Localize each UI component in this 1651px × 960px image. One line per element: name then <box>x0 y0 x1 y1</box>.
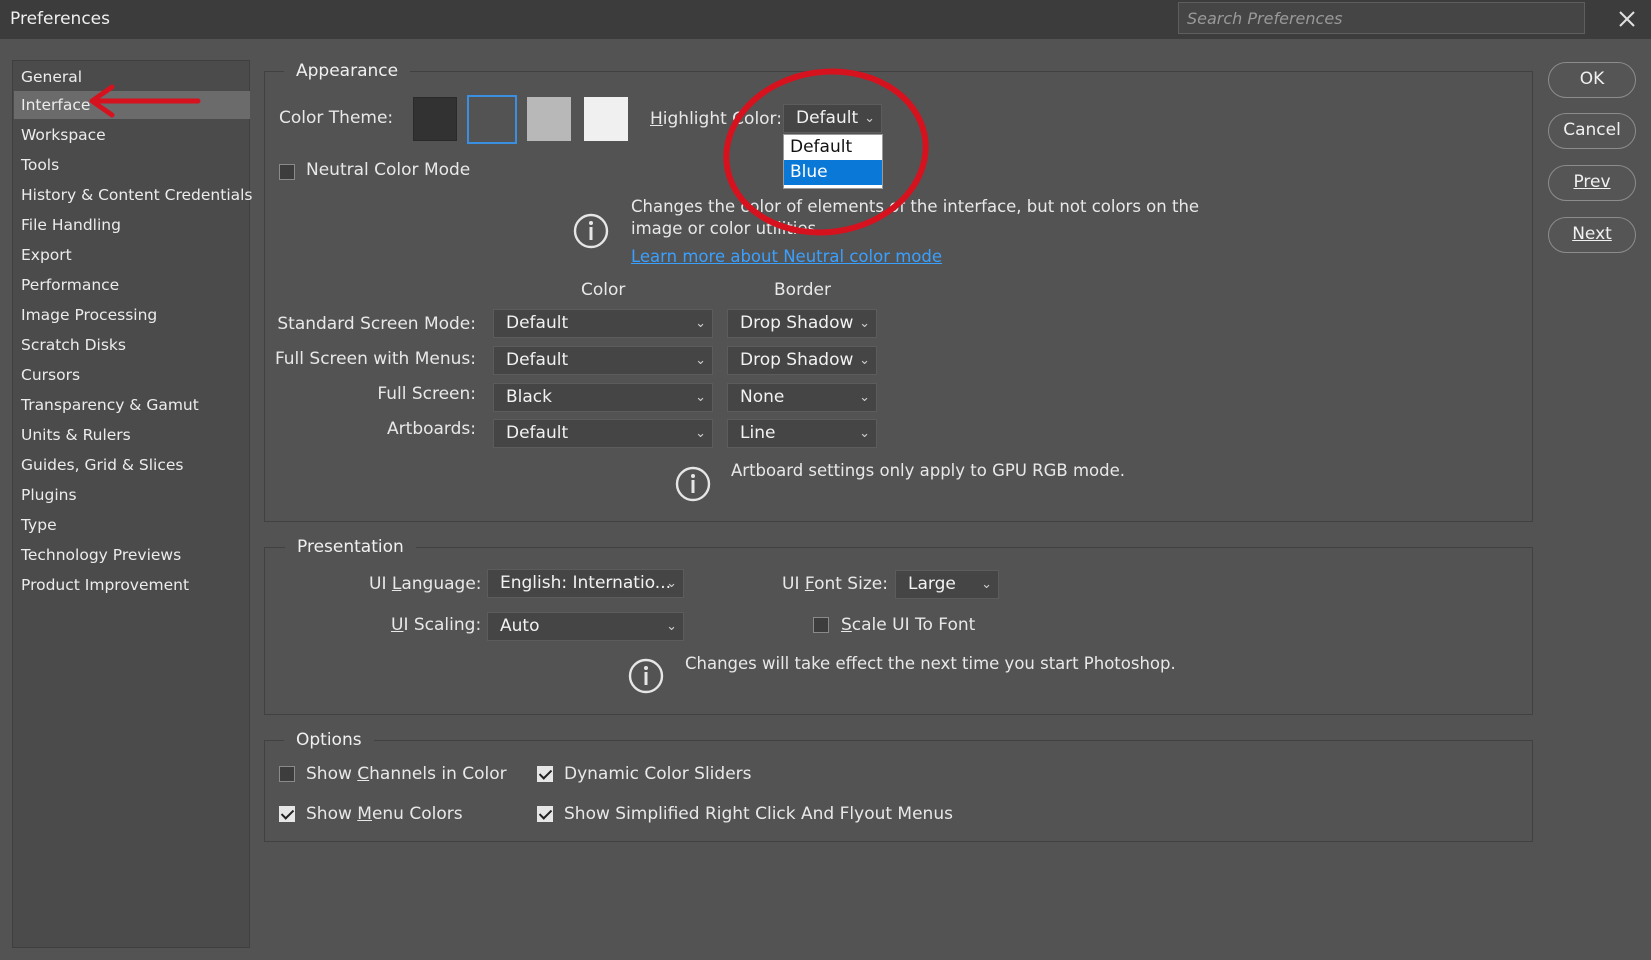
standard-screen-mode-label: Standard Screen Mode: <box>277 314 476 334</box>
options-group <box>264 740 1533 842</box>
artboard-info-text: Artboard settings only apply to GPU RGB … <box>731 461 1125 480</box>
ui-scaling-label: UI Scaling: <box>391 615 482 635</box>
sidebar-item-workspace[interactable]: Workspace <box>14 121 250 149</box>
scale-ui-to-font-label: Scale UI To Font <box>841 615 976 635</box>
search-input[interactable] <box>1179 3 1584 33</box>
window-title: Preferences <box>10 9 110 29</box>
prev-button-label: Prev <box>1573 172 1611 192</box>
chevron-down-icon: ⌄ <box>695 316 706 331</box>
chevron-down-icon: ⌄ <box>666 576 677 591</box>
chevron-down-icon: ⌄ <box>695 353 706 368</box>
scale-ui-to-font-checkbox[interactable] <box>813 617 829 633</box>
show-menu-colors-label: Show Menu Colors <box>306 804 463 824</box>
search-box[interactable] <box>1178 2 1585 34</box>
ui-language-dropdown[interactable]: English: Internatio... ⌄ <box>487 569 684 598</box>
sidebar-item-export[interactable]: Export <box>14 241 250 269</box>
full-screen-color-dropdown[interactable]: Black ⌄ <box>493 383 713 412</box>
cancel-button[interactable]: Cancel <box>1548 113 1636 149</box>
show-channels-checkbox[interactable] <box>279 766 295 782</box>
sidebar-item-type[interactable]: Type <box>14 511 250 539</box>
chevron-down-icon: ⌄ <box>859 426 870 441</box>
restart-info-text: Changes will take effect the next time y… <box>685 654 1176 673</box>
ui-language-label: UI Language: <box>369 574 482 594</box>
dynamic-color-sliders-checkbox[interactable] <box>537 766 553 782</box>
prev-button[interactable]: Prev <box>1548 165 1636 201</box>
ui-font-size-dropdown[interactable]: Large ⌄ <box>895 570 999 599</box>
full-screen-menus-color-value: Default <box>506 350 569 370</box>
sidebar-item-cursors[interactable]: Cursors <box>14 361 250 389</box>
theme-swatch-medium-light[interactable] <box>527 97 571 141</box>
info-icon <box>675 466 711 502</box>
presentation-legend: Presentation <box>285 537 416 557</box>
sidebar-item-tools[interactable]: Tools <box>14 151 250 179</box>
chevron-down-icon: ⌄ <box>981 577 992 592</box>
full-screen-menus-border-dropdown[interactable]: Drop Shadow ⌄ <box>727 346 877 375</box>
sidebar-item-transparency[interactable]: Transparency & Gamut <box>14 391 250 419</box>
ui-scaling-value: Auto <box>500 616 540 636</box>
sidebar-item-technology-previews[interactable]: Technology Previews <box>14 541 250 569</box>
ui-font-size-label: UI Font Size: <box>782 574 888 594</box>
color-column-header: Color <box>581 280 626 300</box>
next-button-label: Next <box>1572 224 1612 244</box>
sidebar-item-units-rulers[interactable]: Units & Rulers <box>14 421 250 449</box>
full-screen-label: Full Screen: <box>377 384 476 404</box>
full-screen-menus-color-dropdown[interactable]: Default ⌄ <box>493 346 713 375</box>
simplified-menus-checkbox[interactable] <box>537 806 553 822</box>
full-screen-color-value: Black <box>506 387 552 407</box>
ui-font-size-value: Large <box>908 574 956 594</box>
full-screen-border-dropdown[interactable]: None ⌄ <box>727 383 877 412</box>
close-icon[interactable] <box>1612 4 1642 34</box>
sidebar-item-guides-grid[interactable]: Guides, Grid & Slices <box>14 451 250 479</box>
next-button[interactable]: Next <box>1548 217 1636 253</box>
artboards-border-dropdown[interactable]: Line ⌄ <box>727 419 877 448</box>
ui-scaling-dropdown[interactable]: Auto ⌄ <box>487 612 684 641</box>
color-theme-label: Color Theme: <box>279 108 394 128</box>
info-icon <box>628 658 664 694</box>
theme-swatch-lightest[interactable] <box>584 97 628 141</box>
sidebar-item-image-processing[interactable]: Image Processing <box>14 301 250 329</box>
red-arrow-annotation <box>89 84 201 118</box>
chevron-down-icon: ⌄ <box>695 390 706 405</box>
chevron-down-icon: ⌄ <box>859 353 870 368</box>
full-screen-menus-label: Full Screen with Menus: <box>274 349 476 369</box>
standard-screen-color-dropdown[interactable]: Default ⌄ <box>493 309 713 338</box>
artboards-border-value: Line <box>740 423 776 443</box>
info-icon <box>573 213 609 249</box>
sidebar-item-plugins[interactable]: Plugins <box>14 481 250 509</box>
neutral-color-mode-label: Neutral Color Mode <box>306 160 471 180</box>
standard-screen-color-value: Default <box>506 313 569 333</box>
sidebar-item-history[interactable]: History & Content Credentials <box>14 181 253 209</box>
sidebar-item-product-improvement[interactable]: Product Improvement <box>14 571 250 599</box>
chevron-down-icon: ⌄ <box>666 619 677 634</box>
artboards-color-value: Default <box>506 423 569 443</box>
sidebar-item-performance[interactable]: Performance <box>14 271 250 299</box>
border-column-header: Border <box>774 280 831 300</box>
appearance-legend: Appearance <box>284 61 411 81</box>
show-channels-label: Show Channels in Color <box>306 764 507 784</box>
full-screen-border-value: None <box>740 387 785 407</box>
red-circle-annotation <box>723 68 929 236</box>
standard-screen-border-dropdown[interactable]: Drop Shadow ⌄ <box>727 309 877 338</box>
artboards-color-dropdown[interactable]: Default ⌄ <box>493 419 713 448</box>
show-menu-colors-checkbox[interactable] <box>279 806 295 822</box>
chevron-down-icon: ⌄ <box>695 426 706 441</box>
ok-button[interactable]: OK <box>1548 62 1636 98</box>
options-legend: Options <box>284 730 374 750</box>
sidebar-item-file-handling[interactable]: File Handling <box>14 211 250 239</box>
sidebar: General Interface Workspace Tools Histor… <box>12 60 253 948</box>
neutral-color-mode-checkbox[interactable] <box>279 164 295 180</box>
theme-swatch-darkest[interactable] <box>413 97 457 141</box>
sidebar-item-scratch-disks[interactable]: Scratch Disks <box>14 331 250 359</box>
full-screen-menus-border-value: Drop Shadow <box>740 350 854 370</box>
artboards-label: Artboards: <box>387 419 476 439</box>
title-bar: Preferences <box>0 0 1651 39</box>
simplified-menus-label: Show Simplified Right Click And Flyout M… <box>564 804 953 824</box>
chevron-down-icon: ⌄ <box>859 390 870 405</box>
theme-swatch-medium-dark[interactable] <box>467 95 517 144</box>
standard-screen-border-value: Drop Shadow <box>740 313 854 333</box>
neutral-learn-more-link[interactable]: Learn more about Neutral color mode <box>631 247 942 266</box>
dynamic-color-sliders-label: Dynamic Color Sliders <box>564 764 752 784</box>
ui-language-value: English: Internatio... <box>500 573 672 593</box>
chevron-down-icon: ⌄ <box>859 316 870 331</box>
